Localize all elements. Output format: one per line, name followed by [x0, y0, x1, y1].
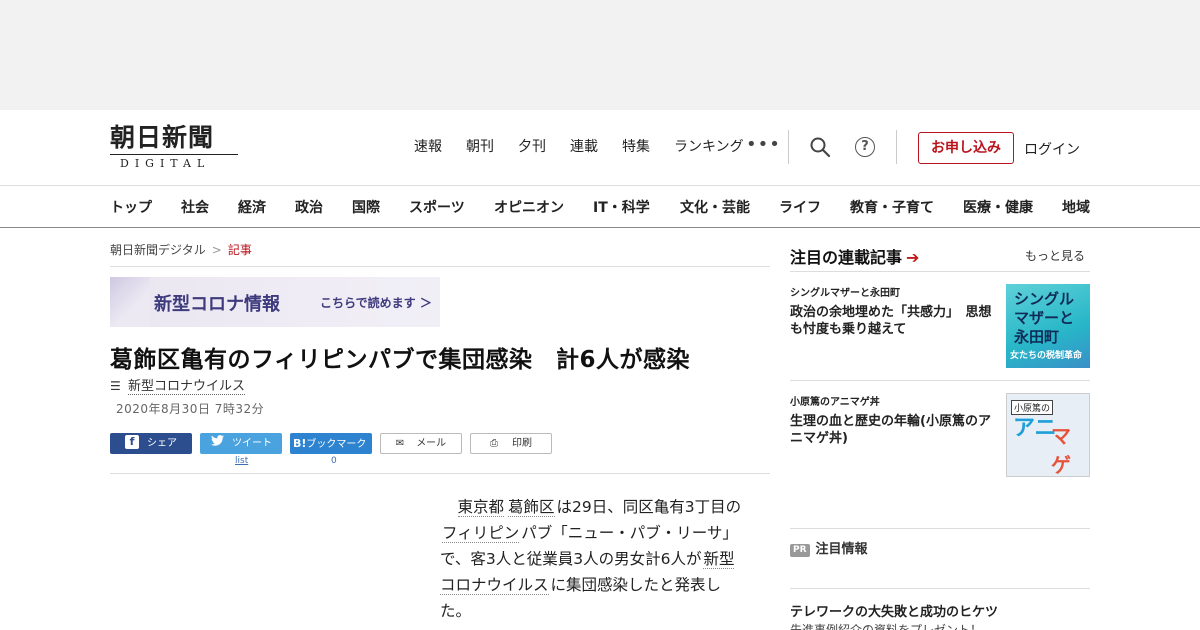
divider — [790, 588, 1090, 589]
pr-heading-text: 注目情報 — [815, 542, 868, 557]
category-education[interactable]: 教育・子育て — [850, 197, 934, 217]
facebook-share-label: シェア — [147, 438, 177, 449]
breadcrumb-current: 記事 — [227, 243, 252, 257]
topic-tag: ☰ 新型コロナウイルス — [110, 375, 246, 395]
category-nav: トップ 社会 経済 政治 国際 スポーツ オピニオン IT・科学 文化・芸能 ラ… — [0, 185, 1200, 228]
header-divider — [788, 130, 789, 164]
banner-link: こちらで読めます ＞ — [320, 296, 432, 310]
mail-share-label: メール — [416, 438, 447, 449]
top-nav-series[interactable]: 連載 — [570, 137, 598, 157]
hatena-count: 0 — [331, 456, 337, 466]
sidebar-more-link[interactable]: もっと見る — [1025, 247, 1085, 264]
search-icon[interactable] — [809, 136, 831, 158]
keyword-link[interactable]: 東京都 — [457, 498, 505, 517]
pr-article-title[interactable]: テレワークの大失敗と成功のヒケツ — [790, 601, 998, 620]
hatena-bookmark-button[interactable]: B!ブックマーク — [290, 433, 372, 454]
category-it-science[interactable]: IT・科学 — [593, 197, 650, 217]
sidebar-heading-text: 注目の連載記事 — [790, 248, 903, 267]
category-politics[interactable]: 政治 — [295, 197, 323, 217]
logo-wordmark: 朝日新聞 — [110, 123, 215, 152]
category-top[interactable]: トップ — [110, 197, 152, 217]
category-economy[interactable]: 経済 — [238, 197, 266, 217]
thumbnail-title-accent: マゲ — [1051, 424, 1071, 477]
banner-title: 新型コロナ情報 — [154, 294, 280, 315]
category-region[interactable]: 地域 — [1062, 197, 1090, 217]
divider — [790, 380, 1090, 381]
pr-badge: PR — [790, 544, 810, 557]
breadcrumb-home[interactable]: 朝日新聞デジタル — [110, 243, 206, 257]
subscribe-button[interactable]: お申し込み — [918, 132, 1014, 164]
print-icon: ⎙ — [490, 438, 498, 449]
divider — [790, 271, 1090, 272]
article-body: 東京都 葛飾区 は29日、同区亀有3丁目のフィリピン パブ「ニュー・パブ・リーサ」で、… — [440, 494, 745, 624]
category-opinion[interactable]: オピニオン — [494, 197, 564, 217]
category-international[interactable]: 国際 — [352, 197, 380, 217]
keyword-link[interactable]: フィリピン — [442, 524, 520, 543]
mail-share-button[interactable]: ✉ メール — [380, 433, 462, 454]
sidebar-heading[interactable]: 注目の連載記事 ➔ — [790, 244, 919, 268]
list-icon: ☰ — [110, 379, 121, 393]
facebook-share-button[interactable]: f シェア — [110, 433, 192, 454]
category-society[interactable]: 社会 — [181, 197, 209, 217]
thumbnail-label: 小原篤の — [1011, 400, 1054, 415]
breadcrumb-separator: > — [211, 243, 222, 257]
top-nav: 速報 朝刊 夕刊 連載 特集 ランキング — [414, 137, 768, 157]
twitter-share-button[interactable]: ツイート — [200, 433, 282, 454]
article-thumbnail[interactable]: 小原篤の アニ マゲ — [1006, 393, 1090, 477]
twitter-icon — [210, 435, 224, 449]
site-header: 朝日新聞 DIGITAL 速報 朝刊 夕刊 連載 特集 ランキング ••• ? … — [0, 110, 1200, 185]
thumbnail-title: シングル マザーと 永田町 — [1014, 290, 1075, 346]
category-health[interactable]: 医療・健康 — [963, 197, 1033, 217]
logo-rule — [110, 154, 238, 155]
top-nav-features[interactable]: 特集 — [622, 137, 650, 157]
body-text: は29日、同区亀有3丁目の — [556, 498, 742, 516]
divider — [110, 266, 770, 267]
hatena-bookmark-label: ブックマーク — [306, 439, 367, 450]
print-label: 印刷 — [512, 438, 532, 449]
divider — [110, 473, 770, 474]
ad-space — [0, 0, 1200, 110]
keyword-link[interactable]: 葛飾区 — [508, 498, 555, 517]
divider — [790, 528, 1090, 529]
top-nav-ranking[interactable]: ランキング — [674, 137, 744, 157]
twitter-count[interactable]: list — [235, 456, 248, 466]
header-divider — [896, 130, 897, 164]
hatena-icon: B! — [293, 437, 307, 450]
pr-section-heading: PR 注目情報 — [790, 538, 868, 557]
help-icon-glyph: ? — [855, 137, 875, 157]
article-title: 生理の血と歴史の年輪(小原篤のアニマゲ丼) — [790, 414, 991, 446]
top-nav-morning[interactable]: 朝刊 — [466, 137, 494, 157]
topic-tag-link[interactable]: 新型コロナウイルス — [128, 379, 246, 395]
login-link[interactable]: ログイン — [1024, 139, 1080, 159]
category-sports[interactable]: スポーツ — [409, 197, 465, 217]
article-date: 2020年8月30日 7時32分 — [116, 402, 265, 416]
twitter-share-label: ツイート — [232, 438, 272, 449]
pr-article-subtitle: 先進事例紹介の資料をプレゼント！ — [790, 623, 983, 630]
covid-info-banner[interactable]: 新型コロナ情報 こちらで読めます ＞ — [110, 277, 440, 327]
category-life[interactable]: ライフ — [779, 197, 821, 217]
help-icon[interactable]: ? — [855, 137, 877, 159]
category-culture[interactable]: 文化・芸能 — [680, 197, 750, 217]
banner-decoration — [110, 277, 150, 327]
article-title: 政治の余地埋めた「共感力」 思想も忖度も乗り越えて — [790, 305, 992, 337]
breadcrumb: 朝日新聞デジタル > 記事 — [110, 241, 252, 258]
logo-subtitle: DIGITAL — [120, 157, 211, 170]
site-logo[interactable]: 朝日新聞 DIGITAL — [110, 124, 240, 170]
article-thumbnail[interactable]: シングル マザーと 永田町 女たちの税制革命 — [1006, 284, 1090, 368]
thumbnail-subtitle: 女たちの税制革命 — [1010, 351, 1083, 361]
more-menu-icon[interactable]: ••• — [746, 136, 781, 154]
facebook-icon: f — [125, 435, 139, 449]
top-nav-evening[interactable]: 夕刊 — [518, 137, 546, 157]
mail-icon: ✉ — [395, 438, 405, 449]
arrow-right-icon: ➔ — [906, 248, 920, 267]
article-headline: 葛飾区亀有のフィリピンパブで集団感染 計6人が感染 — [110, 347, 691, 373]
top-nav-breaking[interactable]: 速報 — [414, 137, 442, 157]
print-button[interactable]: ⎙ 印刷 — [470, 433, 552, 454]
